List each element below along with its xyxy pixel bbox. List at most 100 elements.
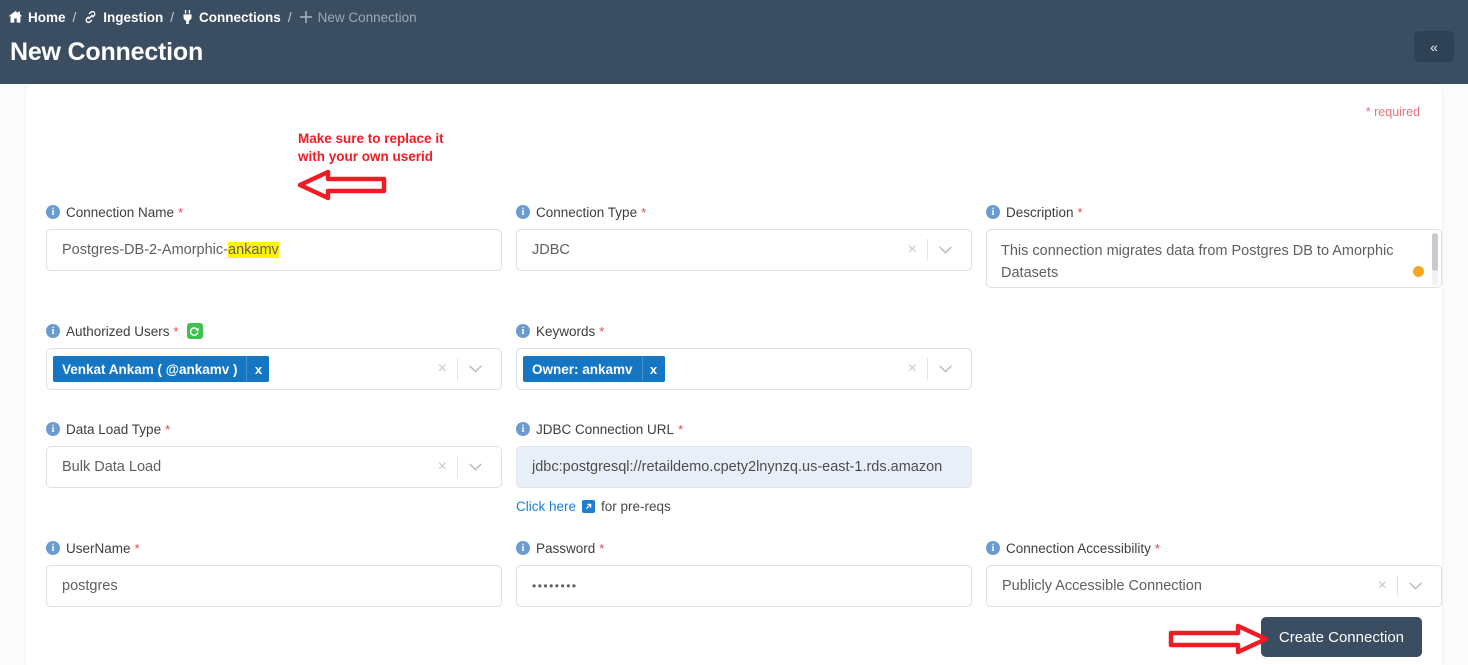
info-icon[interactable]: i bbox=[516, 422, 530, 436]
authorized-users-label: i Authorized Users * bbox=[46, 321, 502, 341]
tag-chip: Owner: ankamv x bbox=[523, 356, 665, 382]
jdbc-url-input[interactable]: jdbc:postgresql://retaildemo.cpety2lnynz… bbox=[516, 446, 972, 488]
clear-icon[interactable]: × bbox=[898, 242, 927, 258]
prereqs-suffix: for pre-reqs bbox=[601, 499, 671, 514]
select-actions: × bbox=[898, 358, 961, 380]
info-icon[interactable]: i bbox=[516, 541, 530, 555]
keywords-tags: Owner: ankamv x bbox=[523, 356, 898, 382]
label-text: Data Load Type bbox=[66, 421, 162, 437]
breadcrumb-item-new-connection: New Connection bbox=[299, 10, 417, 25]
field-jdbc-url: i JDBC Connection URL * jdbc:postgresql:… bbox=[516, 419, 972, 514]
field-connection-type: i Connection Type * JDBC × bbox=[516, 202, 972, 288]
jdbc-url-hint: Click here for pre-reqs bbox=[516, 499, 972, 514]
connection-accessibility-value: Publicly Accessible Connection bbox=[1002, 578, 1202, 594]
plug-icon bbox=[181, 10, 194, 24]
required-star: * bbox=[178, 204, 184, 220]
field-keywords: i Keywords * Owner: ankamv x × bbox=[516, 321, 972, 390]
form-row-4: i UserName * postgres i Password * •••••… bbox=[46, 538, 1442, 607]
page-title: New Connection bbox=[10, 38, 204, 66]
prereqs-link[interactable]: Click here bbox=[516, 499, 576, 514]
field-data-load-type: i Data Load Type * Bulk Data Load × bbox=[46, 419, 502, 514]
connection-name-prefix: Postgres-DB-2-Amorphic- bbox=[62, 242, 228, 258]
required-note: * required bbox=[1365, 105, 1420, 119]
authorized-users-select[interactable]: Venkat Ankam ( @ankamv ) x × bbox=[46, 348, 502, 390]
chevron-down-icon[interactable] bbox=[1398, 582, 1431, 590]
password-label: i Password * bbox=[516, 538, 972, 558]
info-icon[interactable]: i bbox=[516, 205, 530, 219]
info-icon[interactable]: i bbox=[986, 541, 1000, 555]
clear-icon[interactable]: × bbox=[898, 361, 927, 377]
field-password: i Password * •••••••• bbox=[516, 538, 972, 607]
connection-accessibility-select[interactable]: Publicly Accessible Connection × bbox=[986, 565, 1442, 607]
jdbc-url-value: jdbc:postgresql://retaildemo.cpety2lnynz… bbox=[532, 459, 943, 475]
breadcrumb-separator: / bbox=[170, 9, 175, 25]
label-text: Connection Type bbox=[536, 204, 638, 220]
clear-icon[interactable]: × bbox=[428, 459, 457, 475]
field-connection-name: i Connection Name * Postgres-DB-2-Amorph… bbox=[46, 202, 502, 288]
annotation-arrow-right bbox=[1168, 623, 1269, 655]
data-load-type-select[interactable]: Bulk Data Load × bbox=[46, 446, 502, 488]
field-description: i Description * This connection migrates… bbox=[986, 202, 1442, 288]
info-icon[interactable]: i bbox=[986, 205, 1000, 219]
chevron-down-icon[interactable] bbox=[928, 246, 961, 254]
jdbc-url-label: i JDBC Connection URL * bbox=[516, 419, 972, 439]
username-input[interactable]: postgres bbox=[46, 565, 502, 607]
tag-chip: Venkat Ankam ( @ankamv ) x bbox=[53, 356, 270, 382]
keywords-label: i Keywords * bbox=[516, 321, 972, 341]
info-icon[interactable]: i bbox=[46, 422, 60, 436]
breadcrumb-item-connections[interactable]: Connections bbox=[181, 10, 281, 25]
tag-remove-icon[interactable]: x bbox=[246, 356, 270, 382]
required-star: * bbox=[173, 323, 179, 339]
refresh-icon[interactable] bbox=[186, 323, 203, 339]
data-load-type-label: i Data Load Type * bbox=[46, 419, 502, 439]
create-connection-button[interactable]: Create Connection bbox=[1260, 617, 1422, 657]
breadcrumb-label: Ingestion bbox=[103, 9, 164, 25]
form-row-3: i Data Load Type * Bulk Data Load × i JD… bbox=[46, 419, 1442, 514]
password-input[interactable]: •••••••• bbox=[516, 565, 972, 607]
data-load-type-value: Bulk Data Load bbox=[62, 459, 162, 475]
annotation-arrow-left bbox=[297, 169, 387, 201]
select-actions: × bbox=[898, 239, 961, 261]
info-icon[interactable]: i bbox=[516, 324, 530, 338]
new-connection-form-card: * required i Connection Name * Postgres-… bbox=[26, 84, 1442, 665]
app-header: Home / Ingestion / Connections / New Con… bbox=[0, 0, 1468, 84]
chevron-down-icon[interactable] bbox=[928, 365, 961, 373]
select-actions: × bbox=[428, 456, 491, 478]
field-connection-accessibility: i Connection Accessibility * Publicly Ac… bbox=[986, 538, 1442, 607]
breadcrumb-label: Connections bbox=[199, 9, 281, 25]
clear-icon[interactable]: × bbox=[428, 361, 457, 377]
label-text: JDBC Connection URL bbox=[536, 421, 675, 437]
status-dot bbox=[1413, 266, 1424, 277]
chevron-down-icon[interactable] bbox=[458, 463, 491, 471]
form-row-2-spacer bbox=[986, 321, 1442, 390]
keywords-select[interactable]: Owner: ankamv x × bbox=[516, 348, 972, 390]
connection-name-input[interactable]: Postgres-DB-2-Amorphic-ankamv bbox=[46, 229, 502, 271]
connection-accessibility-label: i Connection Accessibility * bbox=[986, 538, 1442, 558]
breadcrumb-label: Home bbox=[28, 9, 66, 25]
info-icon[interactable]: i bbox=[46, 541, 60, 555]
connection-name-highlight: ankamv bbox=[228, 242, 279, 258]
label-text: Keywords bbox=[536, 323, 596, 339]
connection-type-select[interactable]: JDBC × bbox=[516, 229, 972, 271]
required-star: * bbox=[1154, 540, 1160, 556]
username-value: postgres bbox=[62, 578, 118, 594]
external-link-icon[interactable] bbox=[582, 500, 596, 513]
connection-type-value: JDBC bbox=[532, 242, 570, 258]
description-value: This connection migrates data from Postg… bbox=[1001, 243, 1394, 282]
breadcrumb-item-ingestion[interactable]: Ingestion bbox=[83, 10, 163, 25]
textarea-scrollbar[interactable] bbox=[1432, 233, 1438, 286]
username-label: i UserName * bbox=[46, 538, 502, 558]
collapse-sidebar-button[interactable]: « bbox=[1414, 31, 1454, 62]
breadcrumb-item-home[interactable]: Home bbox=[8, 10, 66, 25]
breadcrumb: Home / Ingestion / Connections / New Con… bbox=[8, 7, 1468, 27]
info-icon[interactable]: i bbox=[46, 324, 60, 338]
description-textarea[interactable]: This connection migrates data from Postg… bbox=[986, 229, 1442, 288]
tag-label: Owner: ankamv bbox=[532, 361, 633, 377]
form-row-3-spacer bbox=[986, 419, 1442, 514]
tag-remove-icon[interactable]: x bbox=[641, 356, 665, 382]
info-icon[interactable]: i bbox=[46, 205, 60, 219]
chevron-down-icon[interactable] bbox=[458, 365, 491, 373]
clear-icon[interactable]: × bbox=[1368, 578, 1397, 594]
chevron-double-left-icon: « bbox=[1430, 38, 1438, 55]
required-star: * bbox=[599, 323, 605, 339]
